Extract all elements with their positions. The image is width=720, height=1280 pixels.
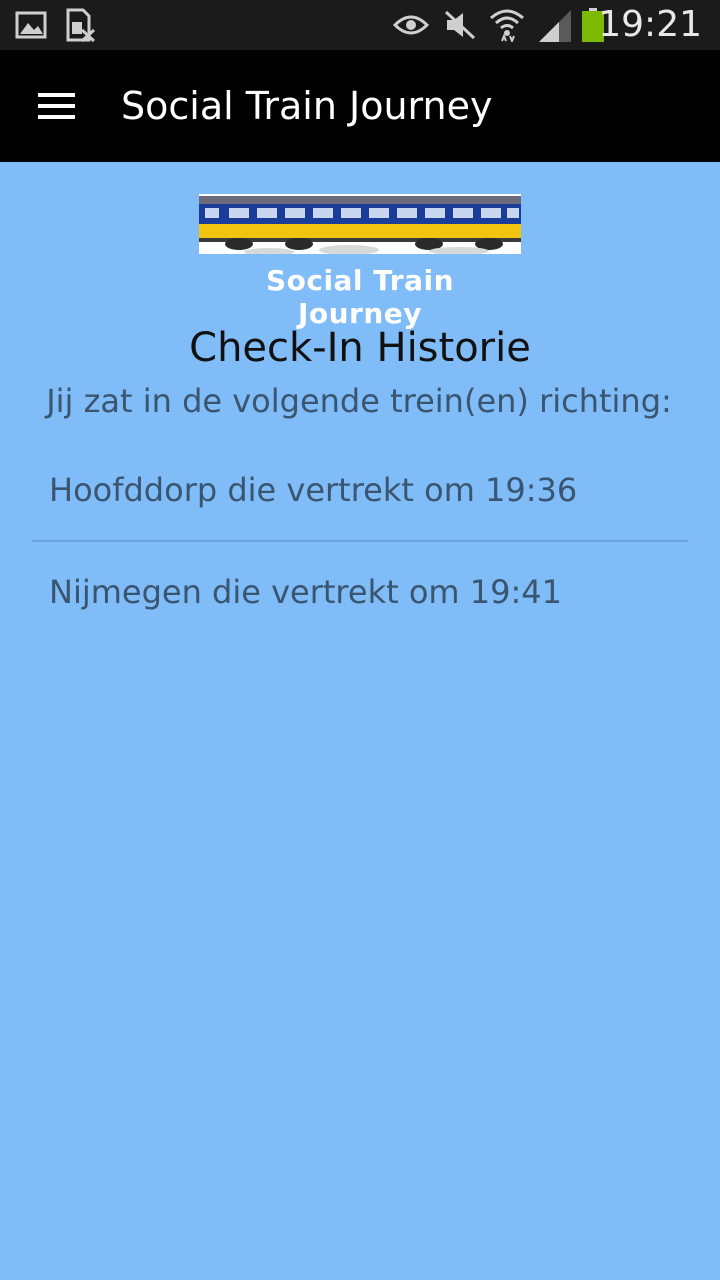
gallery-icon — [14, 8, 48, 42]
app-title: Social Train Journey — [121, 84, 493, 128]
journey-list: Hoofddorp die vertrekt om 19:36 Nijmegen… — [32, 440, 688, 642]
signal-icon — [536, 8, 574, 42]
app-bar: Social Train Journey — [0, 50, 720, 162]
train-image — [199, 194, 521, 254]
status-bar: 19:21 — [0, 0, 720, 50]
page-title: Check-In Historie — [189, 325, 531, 371]
wifi-icon — [488, 8, 526, 42]
page-subtitle: Jij zat in de volgende trein(en) richtin… — [46, 382, 672, 420]
status-time: 19:21 — [598, 4, 702, 45]
logo-text: Social Train Journey — [265, 264, 455, 330]
eye-icon — [392, 8, 430, 42]
list-item[interactable]: Hoofddorp die vertrekt om 19:36 — [32, 440, 688, 540]
app-logo: Social Train Journey — [199, 194, 521, 330]
list-item[interactable]: Nijmegen die vertrekt om 19:41 — [32, 542, 688, 642]
sim-card-icon — [64, 8, 96, 42]
hamburger-menu-icon[interactable] — [28, 80, 84, 132]
mute-icon — [442, 8, 478, 42]
